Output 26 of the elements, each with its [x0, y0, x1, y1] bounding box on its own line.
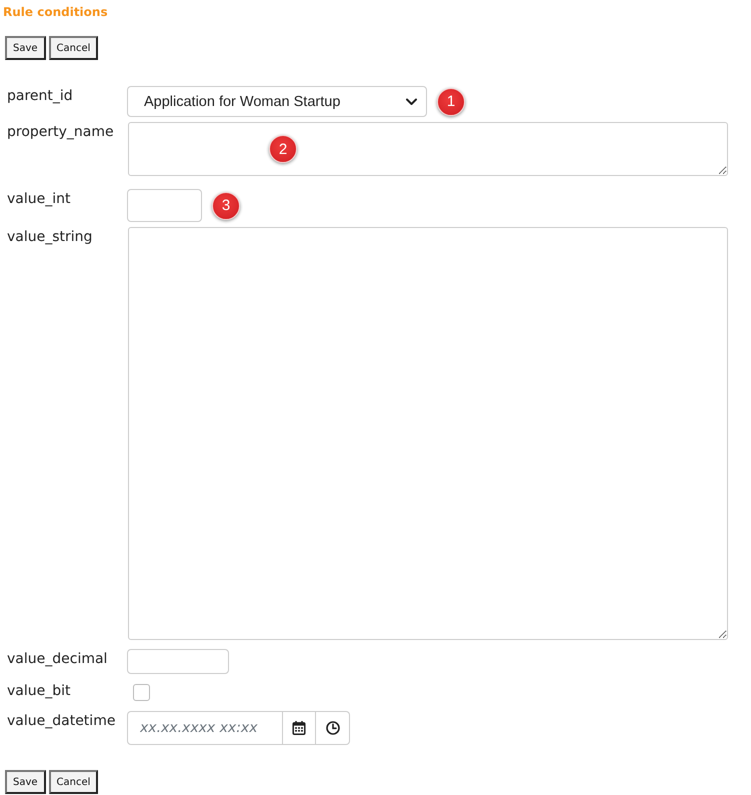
field-label: value_decimal: [7, 650, 108, 668]
text-area[interactable]: [128, 227, 728, 640]
field-label: value_datetime: [7, 712, 116, 730]
chevron-down-icon: [406, 98, 417, 106]
field-label: parent_id: [7, 87, 74, 105]
input-field[interactable]: [127, 189, 202, 222]
input-field[interactable]: [127, 649, 229, 674]
field-label: value_bit: [7, 682, 72, 700]
save-button[interactable]: Save: [5, 36, 46, 60]
text-area[interactable]: [128, 122, 728, 176]
clock-button[interactable]: [316, 711, 350, 745]
step-marker: 1: [437, 88, 465, 116]
dropdown[interactable]: Application for Woman Startup: [127, 86, 427, 117]
clock-icon: [326, 721, 340, 735]
datetime-input[interactable]: xx.xx.xxxx xx:xx: [127, 711, 283, 745]
save-button[interactable]: Save: [5, 770, 46, 794]
calendar-button[interactable]: [283, 711, 316, 745]
cancel-button[interactable]: Cancel: [48, 36, 98, 60]
checkbox[interactable]: [133, 684, 150, 701]
field-label: value_string: [7, 228, 94, 246]
step-marker: 3: [212, 192, 240, 220]
field-label: value_int: [7, 190, 72, 208]
page-title: Rule conditions: [2, 4, 108, 20]
field-label: property_name: [7, 123, 115, 141]
calendar-icon: [292, 721, 306, 735]
cancel-button[interactable]: Cancel: [48, 770, 98, 794]
